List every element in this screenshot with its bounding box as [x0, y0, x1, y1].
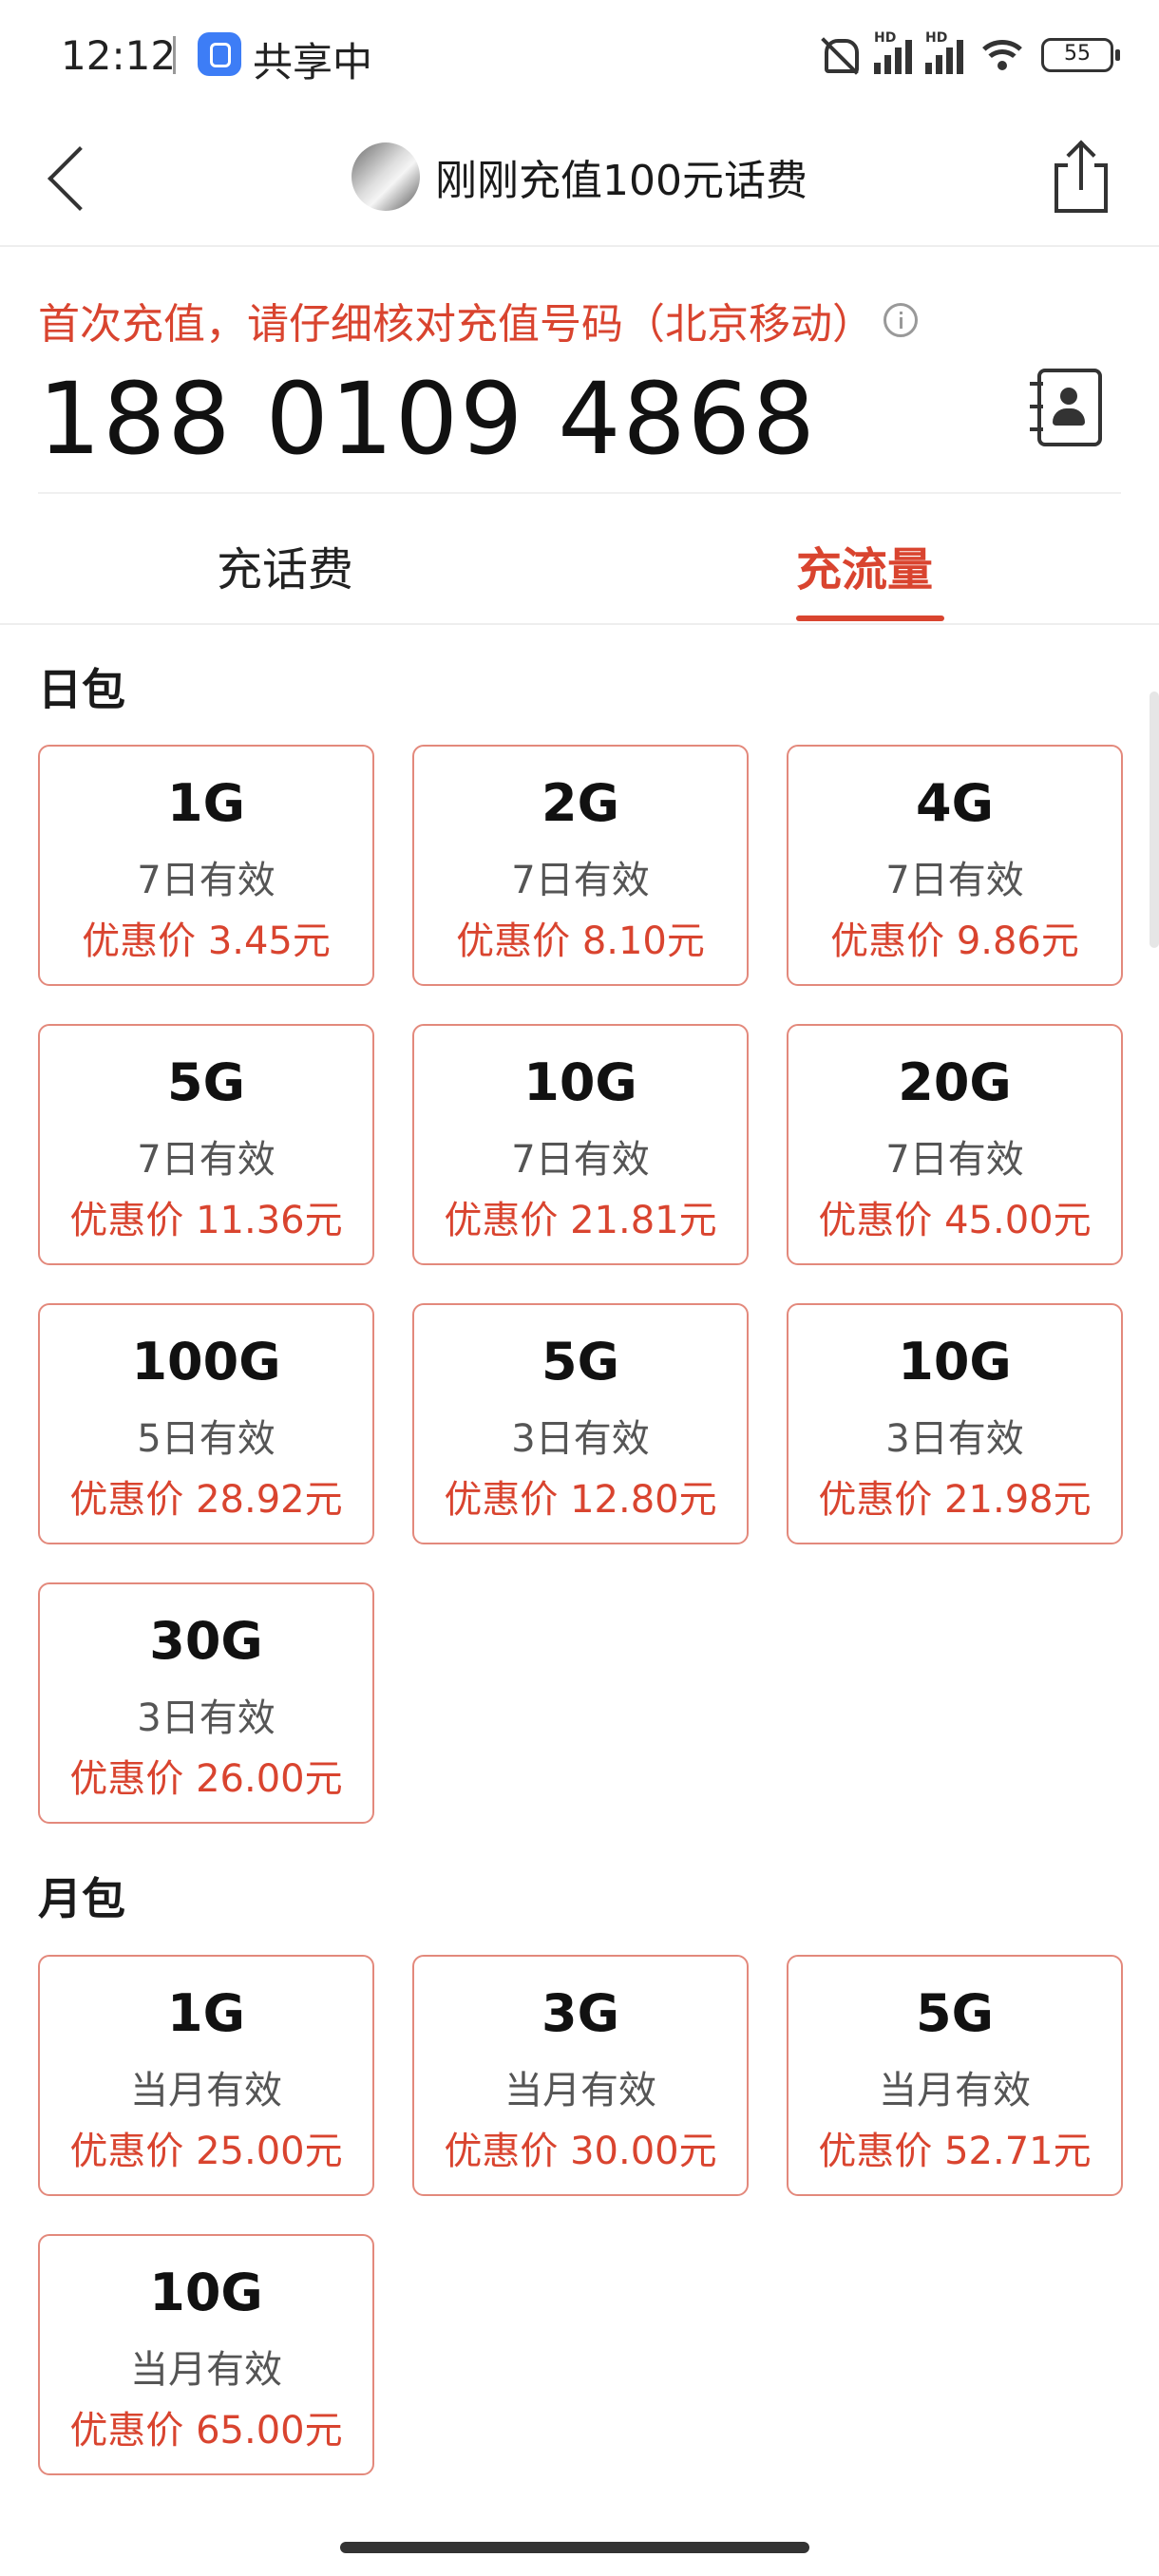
package-size: 1G	[167, 1983, 245, 2043]
package-validity: 7日有效	[885, 859, 1024, 902]
info-icon[interactable]	[884, 303, 918, 337]
package-card[interactable]: 100G 5日有效优惠价 28.92元	[38, 1303, 374, 1544]
screen-share-icon	[198, 32, 241, 76]
package-price: 优惠价 3.45元	[82, 919, 331, 963]
package-price: 优惠价 28.92元	[69, 1478, 343, 1522]
package-card[interactable]: 30G 3日有效优惠价 26.00元	[38, 1582, 374, 1824]
package-price: 优惠价 21.98元	[818, 1478, 1092, 1522]
package-size: 3G	[542, 1983, 619, 2043]
share-icon[interactable]	[1054, 140, 1112, 217]
phone-number[interactable]: 188 0109 4868	[38, 361, 817, 477]
package-validity: 7日有效	[137, 859, 276, 902]
package-card[interactable]: 4G 7日有效优惠价 9.86元	[787, 745, 1123, 986]
package-validity: 7日有效	[137, 1138, 276, 1182]
package-size: 20G	[898, 1052, 1012, 1112]
package-validity: 当月有效	[879, 2069, 1031, 2112]
notice-text: 首次充值，请仔细核对充值号码（北京移动）	[38, 300, 874, 349]
package-validity: 7日有效	[885, 1138, 1024, 1182]
package-card[interactable]: 2G 7日有效优惠价 8.10元	[412, 745, 749, 986]
package-size: 4G	[916, 773, 994, 833]
package-card[interactable]: 1G 当月有效优惠价 25.00元	[38, 1955, 374, 2196]
home-indicator[interactable]	[340, 2542, 809, 2553]
status-time: 12:12	[61, 32, 177, 79]
contacts-book-icon[interactable]	[1030, 369, 1102, 446]
package-validity: 当月有效	[130, 2069, 282, 2112]
package-price: 优惠价 12.80元	[444, 1478, 717, 1522]
package-validity: 5日有效	[137, 1417, 276, 1461]
top-nav-bar: 刚刚充值100元话费	[0, 112, 1159, 247]
package-size: 5G	[542, 1332, 619, 1392]
package-size: 5G	[916, 1983, 994, 2043]
package-price: 优惠价 30.00元	[444, 2130, 717, 2173]
package-price: 优惠价 65.00元	[69, 2409, 343, 2453]
package-validity: 3日有效	[137, 1696, 276, 1740]
package-card[interactable]: 10G 7日有效优惠价 21.81元	[412, 1024, 749, 1265]
package-price: 优惠价 26.00元	[69, 1757, 343, 1801]
package-card[interactable]: 1G 7日有效优惠价 3.45元	[38, 745, 374, 986]
package-card[interactable]: 5G 7日有效优惠价 11.36元	[38, 1024, 374, 1265]
section-title-daily: 日包	[38, 664, 125, 715]
tab-data-plan[interactable]: 充流量	[796, 532, 933, 598]
status-bar: 12:12 共享中 HD HD 55	[0, 0, 1159, 112]
header-center: 刚刚充值100元话费	[0, 142, 1159, 211]
signal-icon-2: HD	[925, 30, 963, 74]
package-validity: 3日有效	[885, 1417, 1024, 1461]
package-size: 10G	[523, 1052, 637, 1112]
wifi-icon	[977, 34, 1028, 76]
tab-phone-bill[interactable]: 充话费	[217, 532, 353, 598]
status-icons: HD HD 55	[817, 28, 1120, 82]
package-card[interactable]: 10G 3日有效优惠价 21.98元	[787, 1303, 1123, 1544]
package-price: 优惠价 21.81元	[444, 1199, 717, 1242]
avatar	[352, 142, 420, 211]
package-price: 优惠价 8.10元	[456, 919, 705, 963]
package-size: 10G	[898, 1332, 1012, 1392]
package-price: 优惠价 45.00元	[818, 1199, 1092, 1242]
package-validity: 7日有效	[511, 1138, 650, 1182]
package-size: 5G	[167, 1052, 245, 1112]
battery-level: 55	[1064, 42, 1091, 66]
package-card[interactable]: 3G 当月有效优惠价 30.00元	[412, 1955, 749, 2196]
hd-label: HD	[874, 30, 897, 46]
package-size: 30G	[149, 1611, 263, 1671]
scrollbar[interactable]	[1150, 691, 1159, 948]
page-title: 刚刚充值100元话费	[435, 157, 808, 205]
carrier-notice: 首次充值，请仔细核对充值号码（北京移动）	[38, 290, 918, 350]
signal-icon: HD	[874, 30, 912, 74]
package-card[interactable]: 5G 当月有效优惠价 52.71元	[787, 1955, 1123, 2196]
battery-icon: 55	[1041, 38, 1120, 72]
package-size: 100G	[131, 1332, 281, 1392]
package-price: 优惠价 11.36元	[69, 1199, 343, 1242]
section-title-monthly: 月包	[38, 1873, 125, 1924]
active-tab-indicator	[796, 616, 944, 621]
package-validity: 当月有效	[130, 2348, 282, 2392]
package-size: 10G	[149, 2263, 263, 2322]
sharing-label: 共享中	[253, 39, 373, 85]
package-validity: 当月有效	[504, 2069, 656, 2112]
status-separator	[173, 36, 176, 74]
package-card[interactable]: 10G 当月有效优惠价 65.00元	[38, 2234, 374, 2475]
package-size: 2G	[542, 773, 619, 833]
package-validity: 3日有效	[511, 1417, 650, 1461]
package-price: 优惠价 52.71元	[818, 2130, 1092, 2173]
recharge-tabs: 充话费 充流量	[0, 494, 1159, 625]
package-price: 优惠价 25.00元	[69, 2130, 343, 2173]
package-size: 1G	[167, 773, 245, 833]
package-card[interactable]: 5G 3日有效优惠价 12.80元	[412, 1303, 749, 1544]
package-price: 优惠价 9.86元	[830, 919, 1079, 963]
hd-label-2: HD	[925, 30, 948, 46]
package-card[interactable]: 20G 7日有效优惠价 45.00元	[787, 1024, 1123, 1265]
package-validity: 7日有效	[511, 859, 650, 902]
silent-bell-icon	[817, 33, 861, 77]
